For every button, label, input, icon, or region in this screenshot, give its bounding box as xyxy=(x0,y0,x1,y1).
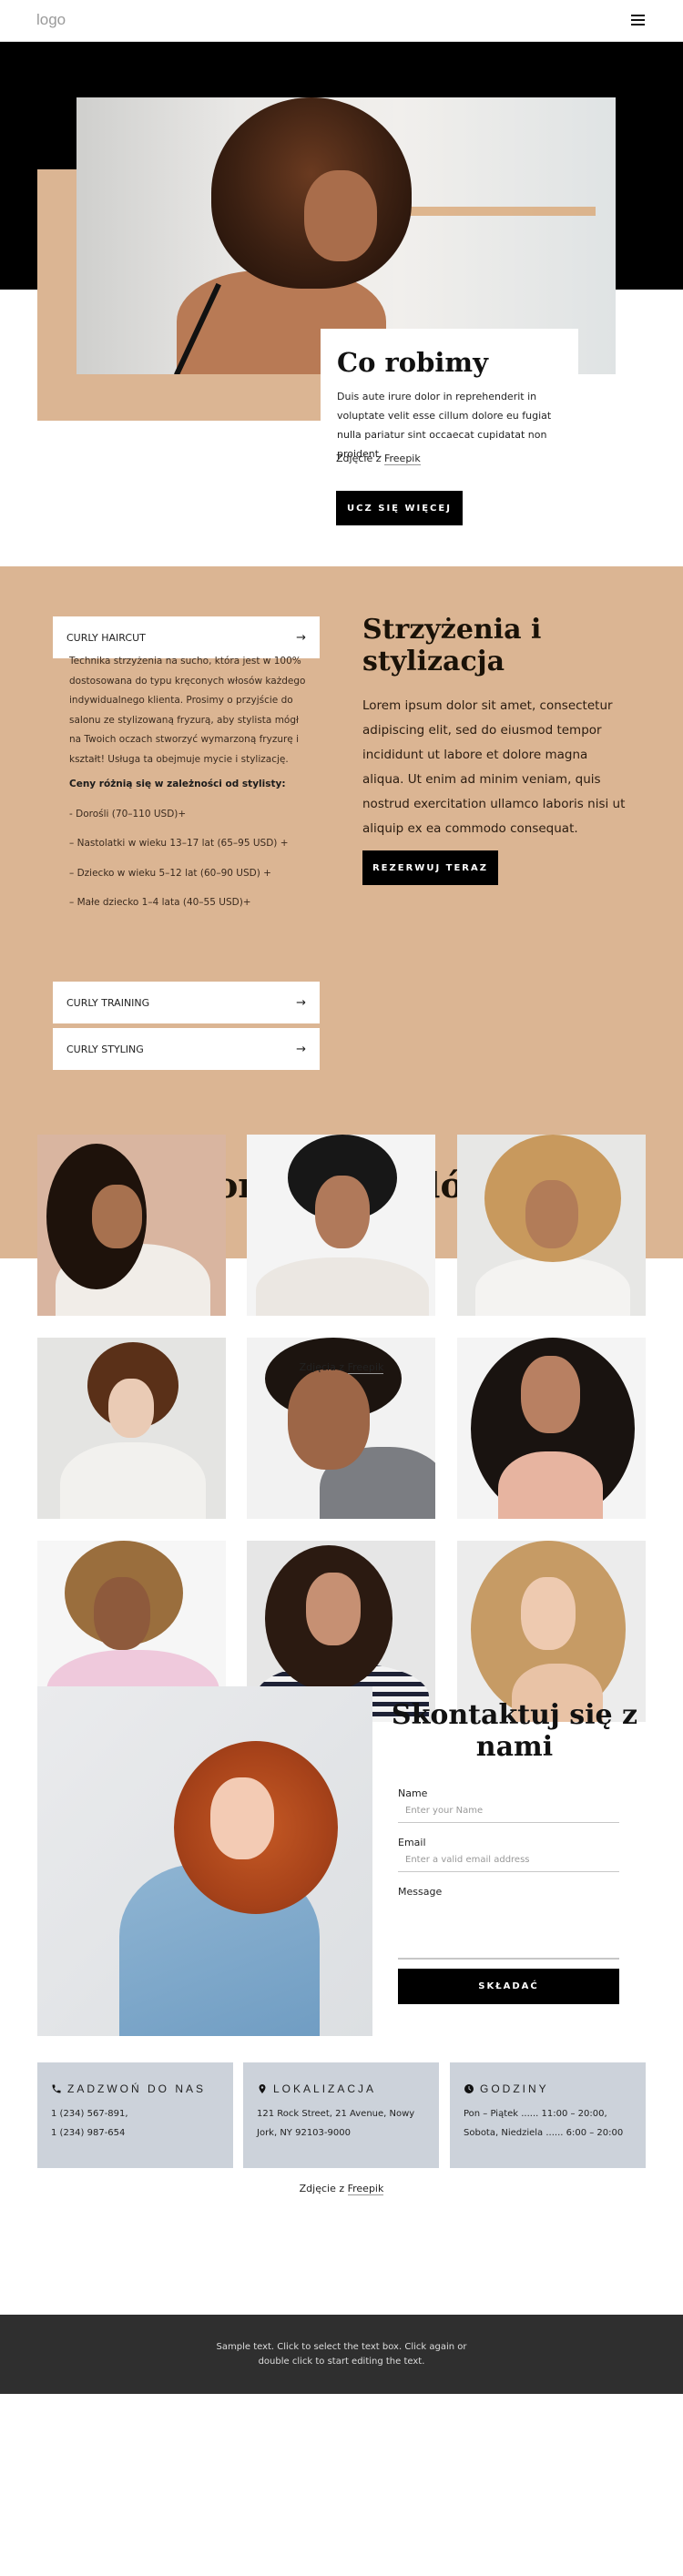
credit-prefix: Zdjęcia z xyxy=(299,1361,345,1373)
freepik-link[interactable]: Freepik xyxy=(347,1361,384,1374)
accordion-label: CURLY STYLING xyxy=(66,1043,144,1055)
clock-icon xyxy=(464,2084,474,2093)
learn-more-button[interactable]: UCZ SIĘ WIĘCEJ xyxy=(336,491,463,525)
accordion-haircut-body: Technika strzyżenia na sucho, która jest… xyxy=(69,652,311,913)
message-label: Message xyxy=(398,1886,443,1898)
hours-line: Sobota, Niedziela ...... 6:00 – 20:00 xyxy=(464,2128,624,2138)
email-label: Email xyxy=(398,1837,426,1848)
price-item: – Dziecko w wieku 5–12 lat (60–90 USD) + xyxy=(69,867,271,879)
price-item: - Dorośli (70–110 USD)+ xyxy=(69,808,187,820)
contact-section: Skontaktuj się z nami Name Email Message… xyxy=(0,1686,683,2315)
message-textarea[interactable] xyxy=(398,1909,619,1960)
arrow-right-icon: → xyxy=(296,995,306,1010)
footer-text[interactable]: Sample text. Click to select the text bo… xyxy=(214,2340,469,2369)
hamburger-menu-icon[interactable] xyxy=(631,15,645,26)
book-now-button[interactable]: REZERWUJ TERAZ xyxy=(362,850,498,885)
contact-title: Skontaktuj się z nami xyxy=(391,1699,638,1763)
info-card-title: ZADZWOŃ DO NAS xyxy=(67,2082,206,2095)
hero-title: Co robimy xyxy=(337,347,488,378)
submit-button[interactable]: SKŁADAĆ xyxy=(398,1969,619,2004)
name-label: Name xyxy=(398,1787,428,1799)
portfolio-photo[interactable] xyxy=(37,1135,226,1316)
logo[interactable]: logo xyxy=(36,11,66,29)
accordion-label: CURLY HAIRCUT xyxy=(66,631,146,644)
site-header: logo xyxy=(0,0,683,42)
hero-section: Co robimy Duis aute irure dolor in repre… xyxy=(0,42,683,566)
info-card-title: GODZINY xyxy=(480,2082,549,2095)
services-title: Strzyżenia i stylizacja xyxy=(362,614,542,677)
map-pin-icon xyxy=(259,2084,266,2093)
credit-prefix: Zdjęcie z xyxy=(299,2183,345,2194)
address-line: 121 Rock Street, 21 Avenue, Nowy xyxy=(257,2109,415,2119)
prices-heading: Ceny różnią się w zależności od stylisty… xyxy=(69,779,286,789)
accordion-curly-styling[interactable]: CURLY STYLING → xyxy=(53,1028,320,1070)
portfolio-photo[interactable] xyxy=(457,1135,646,1316)
info-card-location: LOKALIZACJA 121 Rock Street, 21 Avenue, … xyxy=(243,2062,439,2168)
phone-number[interactable]: 1 (234) 567-891, xyxy=(51,2104,219,2123)
accordion-curly-training[interactable]: CURLY TRAINING → xyxy=(53,982,320,1023)
haircut-description: Technika strzyżenia na sucho, która jest… xyxy=(69,656,306,765)
hero-card: Co robimy Duis aute irure dolor in repre… xyxy=(321,329,578,463)
address-line: Jork, NY 92103-9000 xyxy=(257,2128,351,2138)
info-card-phone: ZADZWOŃ DO NAS 1 (234) 567-891, 1 (234) … xyxy=(37,2062,233,2168)
name-input[interactable] xyxy=(398,1799,619,1823)
arrow-right-icon: → xyxy=(296,630,306,645)
hero-photo-credit: Zdjęcie z Freepik xyxy=(336,453,421,465)
credit-prefix: Zdjęcie z xyxy=(336,453,382,464)
freepik-link[interactable]: Freepik xyxy=(383,453,421,465)
portfolio-section: Zdjęcia z Freepik xyxy=(0,1135,683,1722)
arrow-right-icon: → xyxy=(296,1042,306,1056)
phone-number[interactable]: 1 (234) 987-654 xyxy=(51,2123,219,2143)
portfolio-photo[interactable] xyxy=(247,1135,435,1316)
phone-icon xyxy=(52,2084,61,2093)
price-item: – Małe dziecko 1–4 lata (40–55 USD)+ xyxy=(69,897,251,908)
accordion-label: CURLY TRAINING xyxy=(66,996,150,1009)
portfolio-photo-credit: Zdjęcia z Freepik xyxy=(0,1361,683,1374)
contact-photo xyxy=(37,1686,372,2036)
email-input[interactable] xyxy=(398,1848,619,1872)
services-text: Lorem ipsum dolor sit amet, consectetur … xyxy=(362,698,626,836)
contact-photo-credit: Zdjęcie z Freepik xyxy=(0,2183,683,2195)
hours-line: Pon – Piątek ...... 11:00 – 20:00, xyxy=(464,2109,607,2119)
site-footer: Sample text. Click to select the text bo… xyxy=(0,2315,683,2394)
info-card-hours: GODZINY Pon – Piątek ...... 11:00 – 20:0… xyxy=(450,2062,646,2168)
info-card-title: LOKALIZACJA xyxy=(273,2082,377,2095)
freepik-link[interactable]: Freepik xyxy=(347,2183,384,2195)
price-item: – Nastolatki w wieku 13–17 lat (65–95 US… xyxy=(69,838,289,849)
